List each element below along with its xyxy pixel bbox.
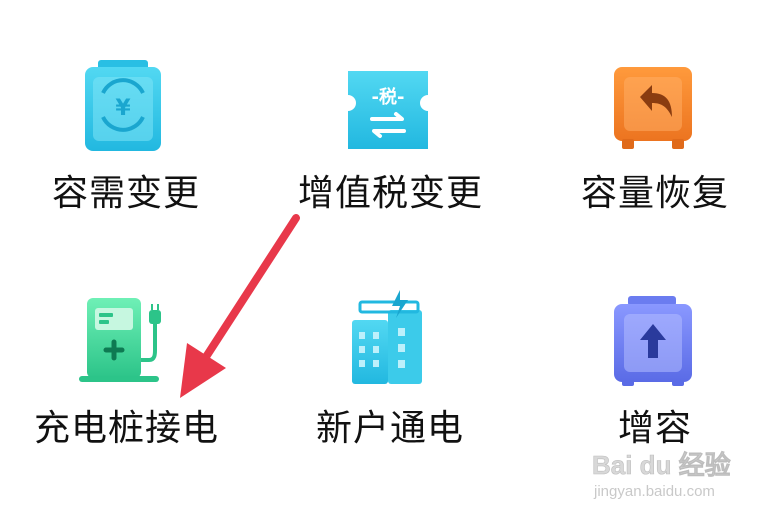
service-grid-page: ¥ 容需变更 -税- 增值税变更 容量恢复 充电桩接电 新户通电 增容 Bai … <box>0 0 770 513</box>
watermark-logo: Bai du 经验 jingyan.baidu.com <box>592 450 731 500</box>
tile-label: 增值税变更 <box>298 173 484 214</box>
watermark-brand: Bai du 经验 <box>592 450 731 480</box>
building-power-icon <box>352 290 422 384</box>
undo-arrow-icon <box>614 67 692 149</box>
tax-glyph: -税- <box>372 86 405 108</box>
tile-label: 增容 <box>618 408 693 449</box>
yuan-swap-icon: ¥ <box>85 60 161 151</box>
tile-label: 容需变更 <box>52 173 201 214</box>
tax-ticket-icon: -税- <box>348 71 428 149</box>
charging-pile-icon <box>79 298 161 382</box>
yuan-glyph: ¥ <box>115 96 131 121</box>
baidu-jingyan-watermark: Bai du 经验 jingyan.baidu.com <box>588 446 758 506</box>
watermark-url: jingyan.baidu.com <box>593 483 715 500</box>
capacity-up-icon <box>614 296 692 386</box>
tile-label: 充电桩接电 <box>34 408 220 449</box>
tile-label: 容量恢复 <box>581 173 730 214</box>
tile-label: 新户通电 <box>316 408 465 449</box>
